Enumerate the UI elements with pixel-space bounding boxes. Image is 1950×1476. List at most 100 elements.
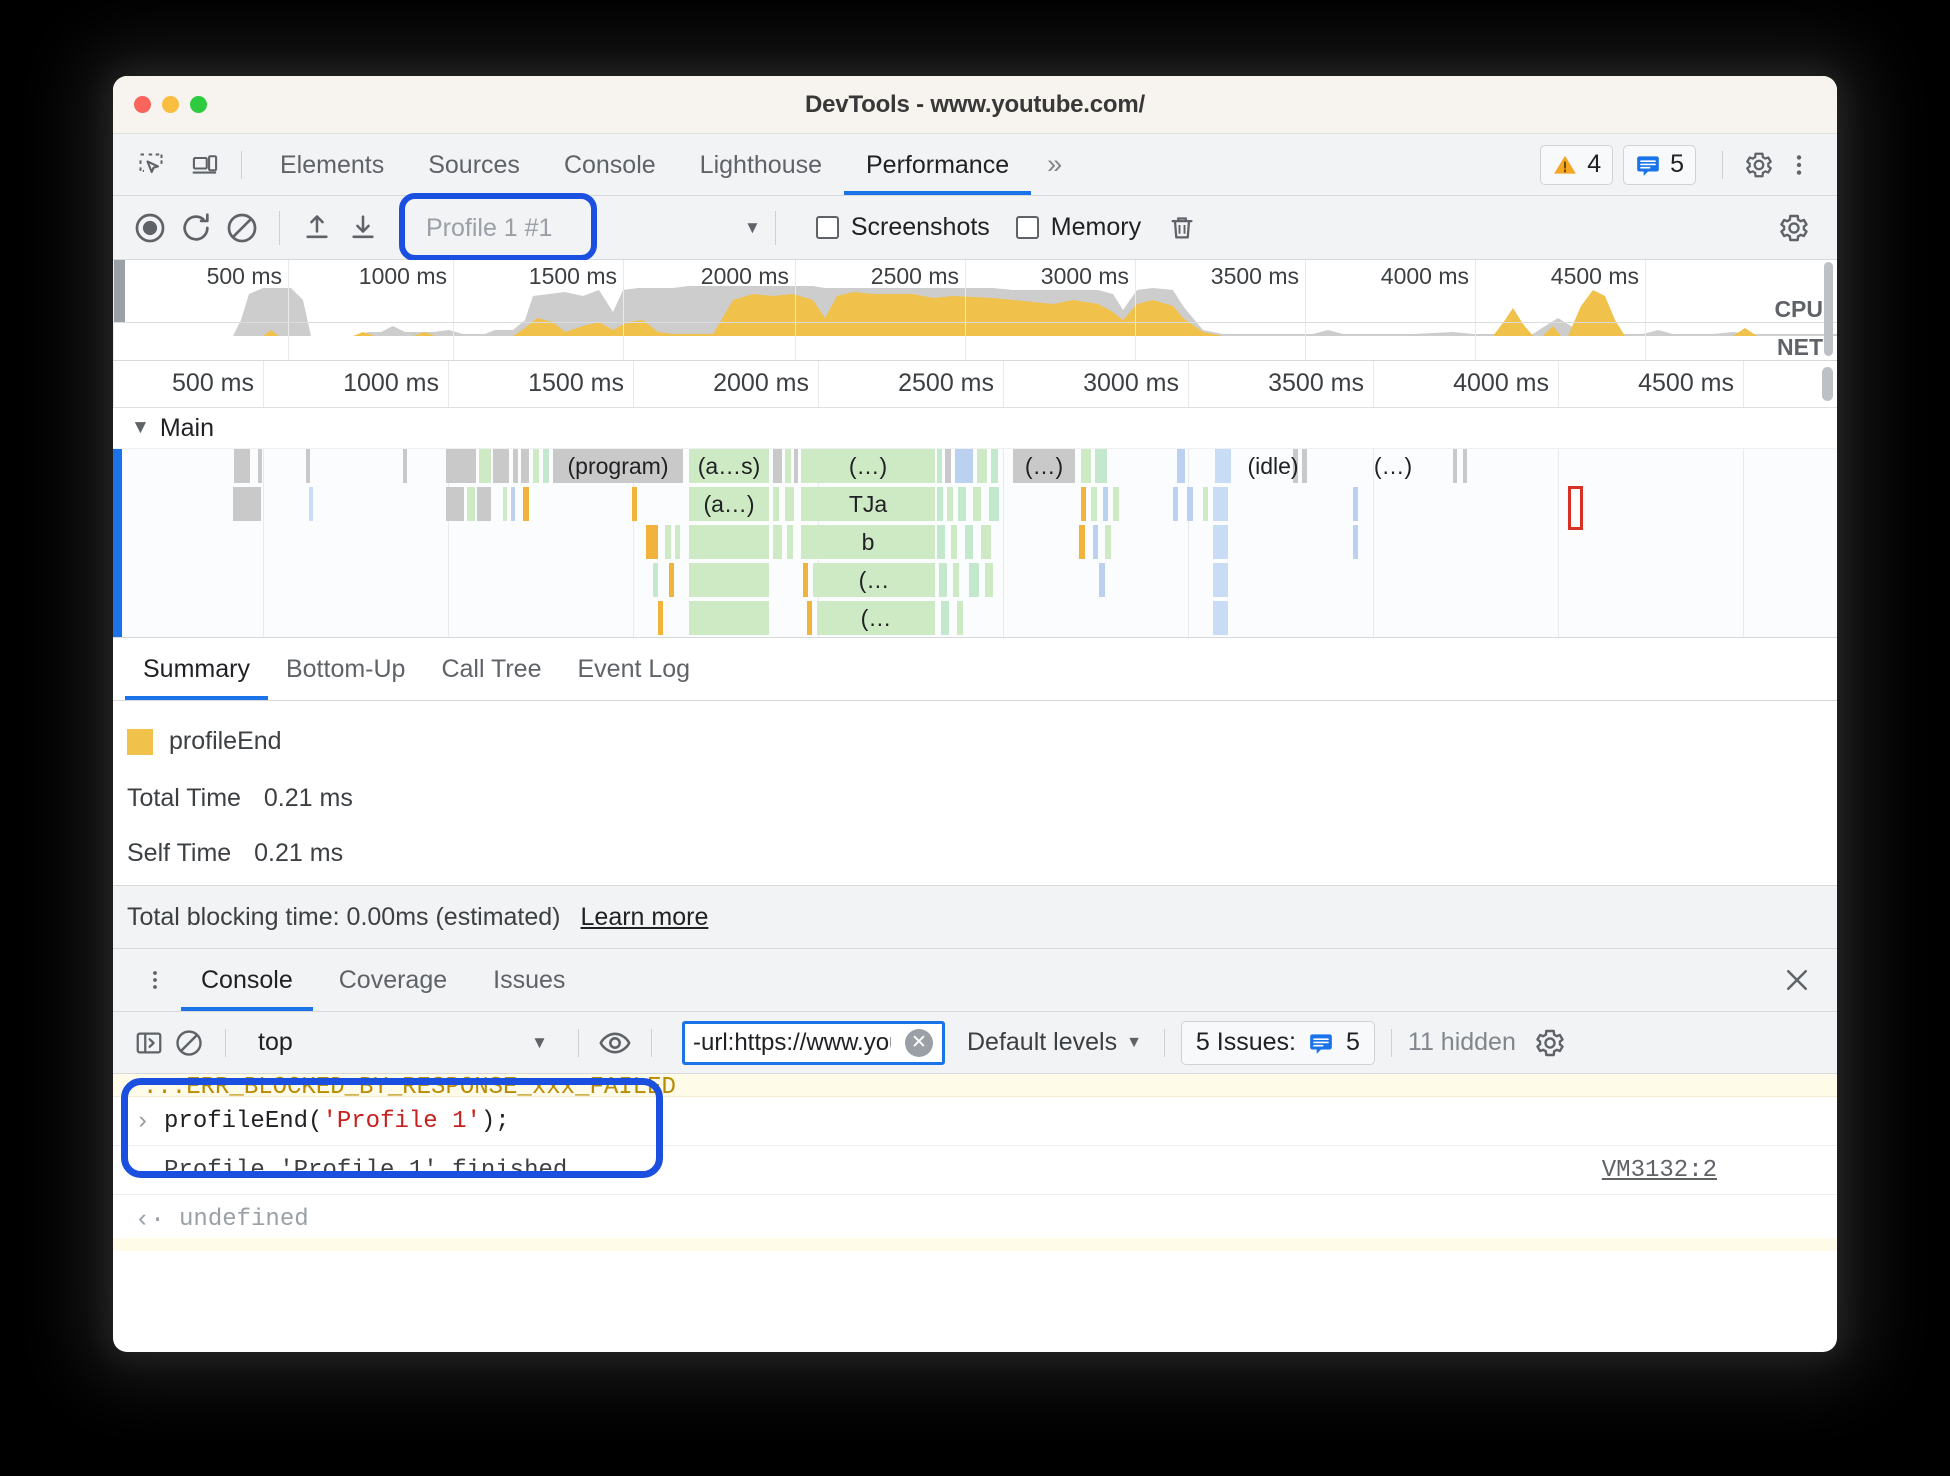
issues-badge[interactable]: 5 Issues: 5 <box>1180 1020 1375 1065</box>
save-profile-icon[interactable] <box>340 205 386 251</box>
flame-bar[interactable] <box>937 525 945 559</box>
chevron-down-icon[interactable]: ▼ <box>1126 1034 1142 1052</box>
device-toolbar-icon[interactable] <box>185 145 225 185</box>
tab-elements[interactable]: Elements <box>258 135 406 195</box>
flame-chart[interactable]: ▼ Main (program) (a…s) (…) (…) (idle) (…… <box>113 408 1837 637</box>
flame-bar[interactable] <box>1213 525 1228 559</box>
flame-bar[interactable] <box>309 487 313 521</box>
flame-bar[interactable] <box>1081 449 1091 483</box>
flame-bar[interactable] <box>1213 563 1228 597</box>
clear-input-icon[interactable]: ✕ <box>905 1028 933 1057</box>
flame-bar[interactable] <box>543 449 549 483</box>
flame-bar[interactable] <box>646 525 658 559</box>
console-sidebar-icon[interactable] <box>129 1023 169 1063</box>
flame-bar-dots5[interactable]: (… <box>817 601 935 635</box>
tab-summary[interactable]: Summary <box>125 639 268 700</box>
log-levels-selector[interactable]: Default levels <box>967 1028 1117 1057</box>
flame-bar[interactable] <box>513 449 518 483</box>
flame-bar[interactable] <box>941 601 949 635</box>
flame-bar[interactable] <box>1079 525 1085 559</box>
flame-bar[interactable] <box>1173 487 1178 521</box>
flame-bar[interactable] <box>953 563 959 597</box>
flame-row[interactable]: b <box>113 524 1837 560</box>
flame-row[interactable]: (program) (a…s) (…) (…) (idle) (…) <box>113 448 1837 484</box>
flame-bar[interactable] <box>951 525 957 559</box>
flame-bar[interactable] <box>965 525 973 559</box>
flame-bar[interactable] <box>803 563 808 597</box>
console-context-selector[interactable]: top ▼ <box>242 1028 562 1057</box>
profile-selector[interactable]: Profile 1 #1 ▼ <box>399 192 761 261</box>
flame-bar[interactable] <box>937 449 942 483</box>
tab-console[interactable]: Console <box>542 135 678 195</box>
flame-bar[interactable] <box>689 601 769 635</box>
tab-bottom-up[interactable]: Bottom-Up <box>268 639 423 700</box>
profile-selector-value[interactable]: Profile 1 #1 <box>408 207 734 249</box>
gear-icon[interactable] <box>1739 145 1779 185</box>
live-expression-icon[interactable] <box>595 1023 635 1063</box>
flame-bar[interactable] <box>973 487 981 521</box>
console-messages[interactable]: ...ERR_BLOCKED_BY_RESPONSE_xxx_FAILED › … <box>113 1074 1837 1238</box>
flame-bar[interactable] <box>985 563 993 597</box>
drawer-tab-issues[interactable]: Issues <box>473 950 585 1011</box>
flame-bar[interactable] <box>689 563 769 597</box>
flame-bar[interactable] <box>1353 525 1358 559</box>
flame-bar[interactable] <box>403 449 407 483</box>
more-vertical-icon[interactable] <box>1779 145 1819 185</box>
flame-bar[interactable] <box>977 449 987 483</box>
tab-sources[interactable]: Sources <box>406 135 542 195</box>
flame-bar-idle[interactable]: (idle) <box>1228 449 1318 483</box>
console-filter-input[interactable]: -url:https://www.you ✕ <box>682 1020 945 1065</box>
flame-bar-a2[interactable]: (a…) <box>689 487 769 521</box>
flame-bar[interactable] <box>446 449 476 483</box>
tab-lighthouse[interactable]: Lighthouse <box>678 135 844 195</box>
flame-bar[interactable] <box>937 487 943 521</box>
flame-bar[interactable] <box>1177 449 1185 483</box>
flame-bar[interactable] <box>632 487 637 521</box>
flame-bar-tja[interactable]: TJa <box>801 487 935 521</box>
flame-bar[interactable] <box>787 525 793 559</box>
flame-bar[interactable] <box>991 449 998 483</box>
flame-bar[interactable] <box>945 449 951 483</box>
flame-bar[interactable] <box>493 449 509 483</box>
flame-bar[interactable] <box>939 563 947 597</box>
record-circle-icon[interactable] <box>127 205 173 251</box>
flame-bar[interactable] <box>989 487 999 521</box>
flame-bar[interactable] <box>1203 487 1208 521</box>
timeline-overview[interactable]: 500 ms 1000 ms 1500 ms 2000 ms 2500 ms 3… <box>113 260 1837 361</box>
flame-bar[interactable] <box>479 449 491 483</box>
flame-bar-program[interactable]: (program) <box>553 449 683 483</box>
flame-row[interactable]: (a…) TJa <box>113 486 1837 530</box>
flame-bar[interactable] <box>773 487 779 521</box>
flame-bar-dots4[interactable]: (… <box>813 563 935 597</box>
flame-bar[interactable] <box>653 563 658 597</box>
more-vertical-icon[interactable] <box>135 960 175 1000</box>
tab-event-log[interactable]: Event Log <box>560 639 709 700</box>
clear-icon[interactable] <box>219 205 265 251</box>
flame-bar[interactable] <box>955 449 973 483</box>
flame-bar[interactable] <box>446 487 464 521</box>
flame-bar[interactable] <box>1213 487 1228 521</box>
flame-bar[interactable] <box>306 449 310 483</box>
console-command-row[interactable]: › profileEnd('Profile 1'); <box>113 1097 1837 1146</box>
flame-bar[interactable] <box>794 449 798 483</box>
flame-bar[interactable] <box>658 601 663 635</box>
warnings-badge[interactable]: 4 <box>1540 144 1614 185</box>
flame-bar-b[interactable]: b <box>801 525 935 559</box>
tab-performance[interactable]: Performance <box>844 135 1031 195</box>
flame-bar[interactable] <box>467 487 475 521</box>
flame-bar[interactable] <box>689 525 769 559</box>
console-filter-value[interactable]: -url:https://www.you <box>693 1029 891 1057</box>
flame-bar[interactable] <box>969 563 979 597</box>
inspect-element-icon[interactable] <box>131 145 171 185</box>
screenshots-checkbox[interactable]: Screenshots <box>815 213 990 242</box>
overview-scroll-handle[interactable] <box>1824 262 1833 356</box>
console-output-row[interactable]: Profile 'Profile 1' finished. VM3132:2 <box>113 1146 1837 1195</box>
gear-icon[interactable] <box>1530 1023 1570 1063</box>
flame-bar[interactable] <box>957 601 963 635</box>
flame-bar[interactable] <box>807 601 812 635</box>
flame-bar[interactable] <box>773 449 782 483</box>
flame-scrollbar[interactable] <box>1822 367 1833 401</box>
flame-bar-dots1[interactable]: (…) <box>801 449 935 483</box>
flame-row[interactable]: (… <box>113 600 1837 636</box>
messages-badge[interactable]: 5 <box>1623 144 1696 185</box>
